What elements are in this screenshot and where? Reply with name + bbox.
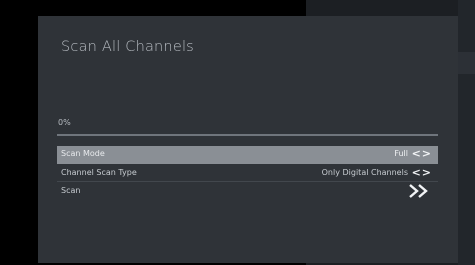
option-value: Only Digital Channels — [321, 168, 408, 177]
progress-bar — [57, 134, 438, 136]
dialog-title: Scan All Channels — [61, 39, 194, 55]
double-chevron-right-icon[interactable] — [408, 184, 430, 198]
option-scan[interactable]: Scan — [57, 183, 438, 200]
left-right-arrows-icon[interactable]: <> — [412, 166, 432, 179]
background-edge-strip — [458, 0, 475, 265]
option-scan-mode[interactable]: Scan Mode Full <> — [57, 146, 438, 164]
background-edge-block — [458, 52, 475, 74]
tv-screen: Scan All Channels 0% Scan Mode Full <> C… — [0, 0, 475, 265]
scan-dialog: Scan All Channels 0% Scan Mode Full <> C… — [38, 16, 458, 263]
option-label: Scan — [61, 186, 81, 195]
option-label: Scan Mode — [61, 149, 105, 158]
option-label: Channel Scan Type — [61, 168, 137, 177]
option-channel-scan-type[interactable]: Channel Scan Type Only Digital Channels … — [57, 165, 438, 182]
progress-percent: 0% — [58, 118, 71, 127]
left-right-arrows-icon[interactable]: <> — [412, 147, 432, 160]
option-value: Full — [394, 149, 408, 158]
